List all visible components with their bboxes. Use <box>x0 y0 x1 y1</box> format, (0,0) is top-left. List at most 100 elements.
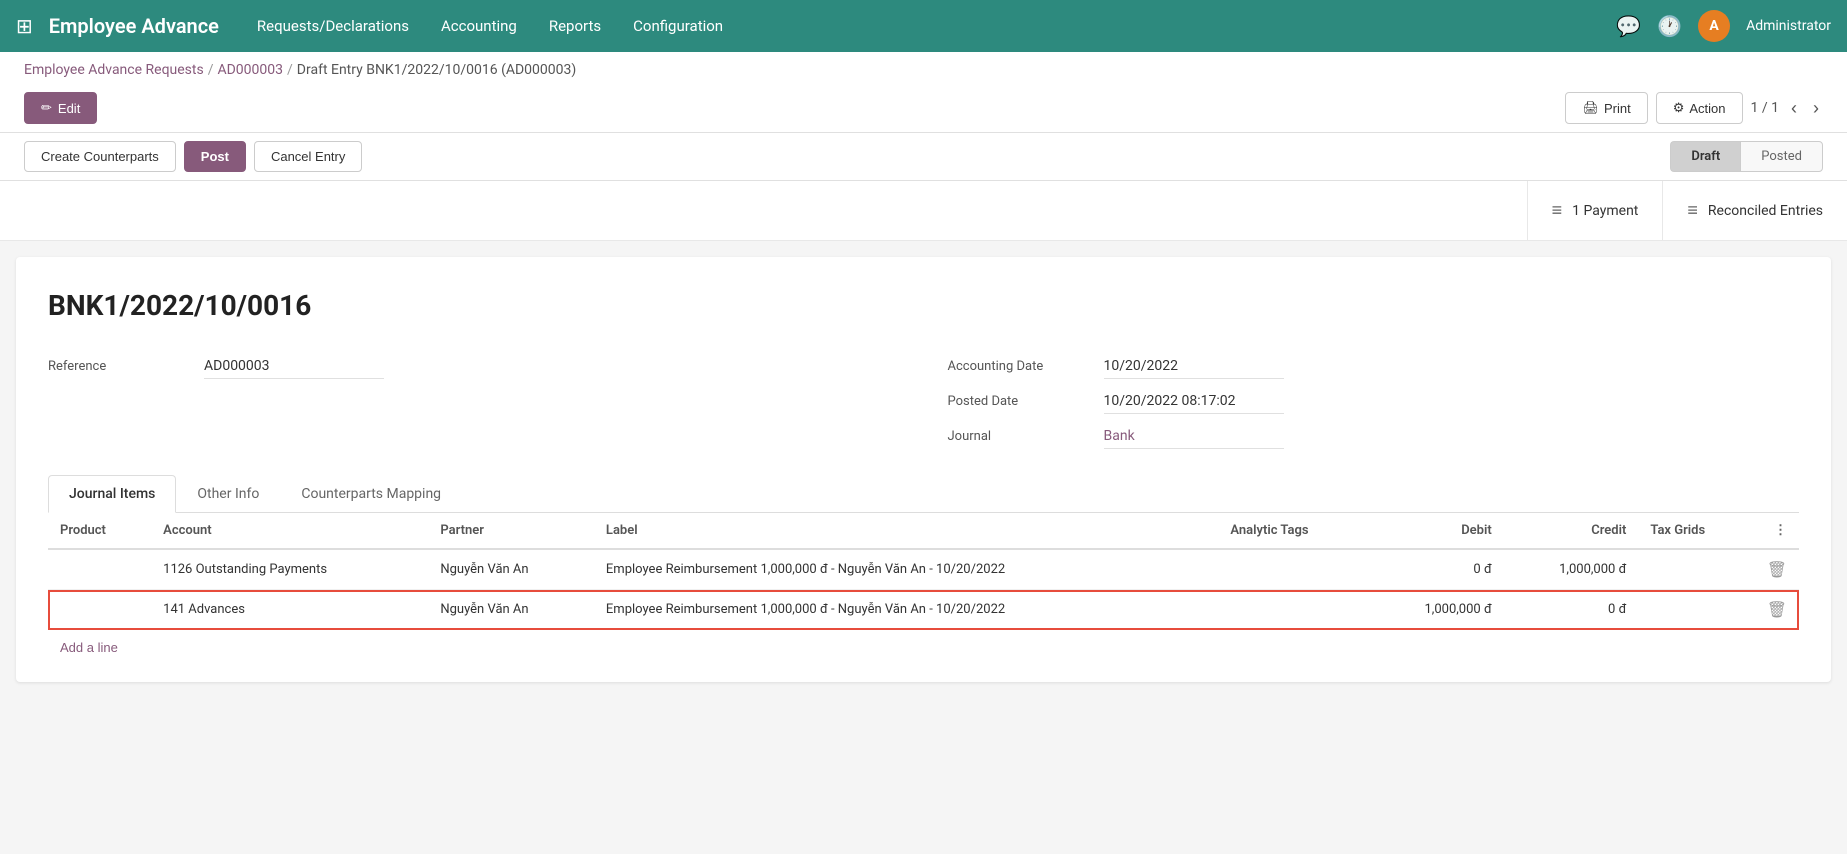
col-product: Product <box>48 513 151 549</box>
nav-requests[interactable]: Requests/Declarations <box>243 9 423 43</box>
cell-account-2: 141 Advances <box>151 590 428 630</box>
posted-date-label: Posted Date <box>948 394 1088 409</box>
chat-icon[interactable]: 💬 <box>1616 14 1641 38</box>
main-content: ≡ 1 Payment ≡ Reconciled Entries BNK1/20… <box>0 181 1847 682</box>
posted-date-field: Posted Date 10/20/2022 08:17:02 <box>948 389 1800 414</box>
app-launcher[interactable]: ⊞ Employee Advance <box>16 14 243 38</box>
cell-partner-2: Nguyễn Văn An <box>428 590 594 630</box>
main-menu: Requests/Declarations Accounting Reports… <box>243 9 737 43</box>
cell-product-1 <box>48 549 151 590</box>
journal-label: Journal <box>948 429 1088 444</box>
cell-credit-2: 0 đ <box>1504 590 1639 630</box>
col-tax-grids: Tax Grids <box>1638 513 1754 549</box>
edit-icon: ✏ <box>41 100 52 116</box>
col-analytic-tags: Analytic Tags <box>1218 513 1369 549</box>
app-name: Employee Advance <box>49 14 219 38</box>
reference-value: AD000003 <box>204 354 384 379</box>
reconciled-entries-info[interactable]: ≡ Reconciled Entries <box>1662 181 1847 240</box>
items-table: Product Account Partner Label Analytic T… <box>48 513 1799 630</box>
add-line-container: Add a line <box>48 630 1799 666</box>
cell-debit-1: 0 đ <box>1369 549 1504 590</box>
breadcrumb-sep-1: / <box>208 62 214 78</box>
col-partner: Partner <box>428 513 594 549</box>
grid-icon[interactable]: ⊞ <box>16 14 33 38</box>
col-label: Label <box>594 513 1218 549</box>
breadcrumb-item-2[interactable]: AD000003 <box>217 62 283 78</box>
form-card: BNK1/2022/10/0016 Reference AD000003 Acc… <box>16 257 1831 682</box>
activity-icon[interactable]: 🕐 <box>1657 14 1682 38</box>
column-menu-icon[interactable]: ⋮ <box>1774 523 1787 538</box>
breadcrumb-item-1[interactable]: Employee Advance Requests <box>24 62 204 78</box>
cell-tax-grids-2 <box>1638 590 1754 630</box>
action-bar: ✏ Edit 🖨 Print ⚙ Action 1 / 1 ‹ › <box>24 84 1823 132</box>
table-row-highlighted: 141 Advances Nguyễn Văn An Employee Reim… <box>48 590 1799 630</box>
action-button[interactable]: ⚙ Action <box>1656 92 1743 124</box>
cell-tax-grids-1 <box>1638 549 1754 590</box>
cell-analytic-tags-2 <box>1218 590 1369 630</box>
cell-credit-1: 1,000,000 đ <box>1504 549 1639 590</box>
tabs-container: Journal Items Other Info Counterparts Ma… <box>48 475 1799 513</box>
avatar[interactable]: A <box>1698 10 1730 42</box>
tab-counterparts-mapping[interactable]: Counterparts Mapping <box>280 475 462 513</box>
cell-partner-1: Nguyễn Văn An <box>428 549 594 590</box>
status-pills: Draft Posted <box>1670 141 1823 172</box>
post-button[interactable]: Post <box>184 141 246 172</box>
form-title: BNK1/2022/10/0016 <box>48 289 1799 322</box>
status-draft[interactable]: Draft <box>1670 141 1740 172</box>
gear-icon: ⚙ <box>1673 100 1685 116</box>
accounting-date-label: Accounting Date <box>948 359 1088 374</box>
breadcrumb-bar: Employee Advance Requests / AD000003 / D… <box>0 52 1847 133</box>
col-credit: Credit <box>1504 513 1639 549</box>
print-button[interactable]: 🖨 Print <box>1565 92 1647 124</box>
pagination: 1 / 1 ‹ › <box>1751 98 1823 119</box>
info-bar: ≡ 1 Payment ≡ Reconciled Entries <box>0 181 1847 241</box>
table-row: 1126 Outstanding Payments Nguyễn Văn An … <box>48 549 1799 590</box>
delete-row-2[interactable]: 🗑 <box>1755 590 1799 630</box>
breadcrumb-current: Draft Entry BNK1/2022/10/0016 (AD000003) <box>297 62 576 78</box>
top-navigation: ⊞ Employee Advance Requests/Declarations… <box>0 0 1847 52</box>
reconciled-label: Reconciled Entries <box>1708 203 1823 219</box>
cell-label-2: Employee Reimbursement 1,000,000 đ - Ngu… <box>594 590 1218 630</box>
reference-label: Reference <box>48 359 188 374</box>
create-counterparts-button[interactable]: Create Counterparts <box>24 141 176 172</box>
form-left-column: Reference AD000003 <box>48 354 900 459</box>
add-line-button[interactable]: Add a line <box>60 640 118 655</box>
cell-debit-2: 1,000,000 đ <box>1369 590 1504 630</box>
printer-icon: 🖨 <box>1582 100 1599 116</box>
status-posted[interactable]: Posted <box>1740 141 1823 172</box>
accounting-date-value: 10/20/2022 <box>1104 354 1284 379</box>
next-button[interactable]: › <box>1809 98 1823 119</box>
payment-info[interactable]: ≡ 1 Payment <box>1527 181 1663 240</box>
journal-items-table: Product Account Partner Label Analytic T… <box>48 513 1799 682</box>
form-right-column: Accounting Date 10/20/2022 Posted Date 1… <box>948 354 1800 459</box>
col-debit: Debit <box>1369 513 1504 549</box>
nav-accounting[interactable]: Accounting <box>427 9 531 43</box>
workflow-bar: Create Counterparts Post Cancel Entry Dr… <box>0 133 1847 181</box>
username: Administrator <box>1746 18 1831 34</box>
cell-account-1: 1126 Outstanding Payments <box>151 549 428 590</box>
posted-date-value: 10/20/2022 08:17:02 <box>1104 389 1284 414</box>
list-icon-reconciled: ≡ <box>1687 200 1698 221</box>
edit-button[interactable]: ✏ Edit <box>24 92 97 124</box>
cell-label-1: Employee Reimbursement 1,000,000 đ - Ngu… <box>594 549 1218 590</box>
cell-analytic-tags-1 <box>1218 549 1369 590</box>
nav-configuration[interactable]: Configuration <box>619 9 737 43</box>
tab-other-info[interactable]: Other Info <box>176 475 280 513</box>
payment-count: 1 Payment <box>1572 203 1638 219</box>
journal-field: Journal Bank <box>948 424 1800 449</box>
pagination-count: 1 / 1 <box>1751 100 1779 116</box>
list-icon-payment: ≡ <box>1552 200 1563 221</box>
accounting-date-field: Accounting Date 10/20/2022 <box>948 354 1800 379</box>
journal-value[interactable]: Bank <box>1104 424 1284 449</box>
topnav-right: 💬 🕐 A Administrator <box>1616 10 1831 42</box>
col-menu: ⋮ <box>1755 513 1799 549</box>
breadcrumb-sep-2: / <box>287 62 293 78</box>
prev-button[interactable]: ‹ <box>1787 98 1801 119</box>
col-account: Account <box>151 513 428 549</box>
cell-product-2 <box>48 590 151 630</box>
breadcrumb: Employee Advance Requests / AD000003 / D… <box>24 62 1823 84</box>
tab-journal-items[interactable]: Journal Items <box>48 475 176 513</box>
cancel-entry-button[interactable]: Cancel Entry <box>254 141 362 172</box>
delete-row-1[interactable]: 🗑 <box>1755 549 1799 590</box>
nav-reports[interactable]: Reports <box>535 9 615 43</box>
